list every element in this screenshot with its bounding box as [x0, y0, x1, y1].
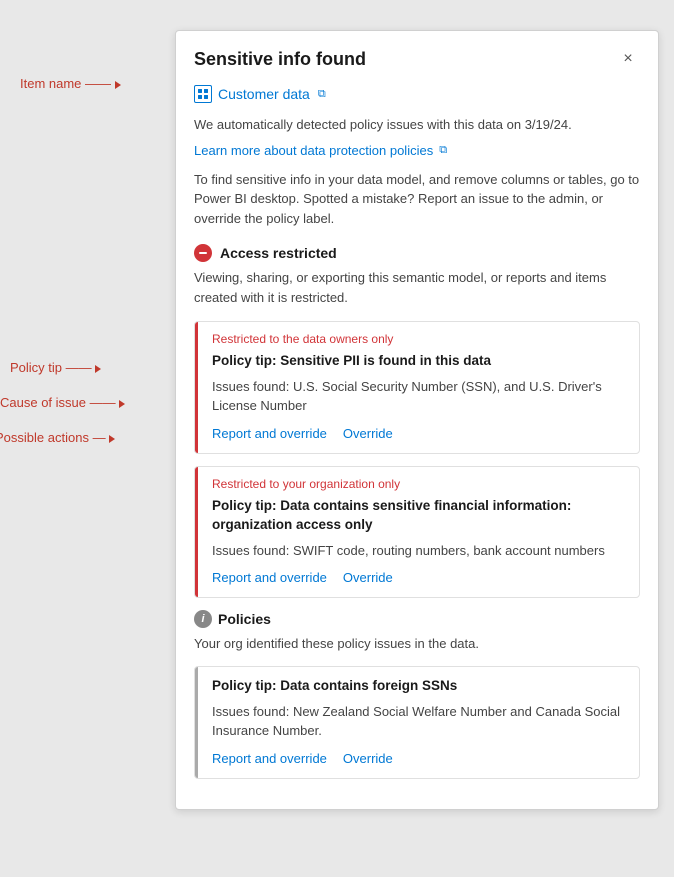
icon-dot-4: [204, 95, 208, 99]
panel-body: Customer data ⧉ We automatically detecte…: [176, 81, 658, 809]
item-icon-grid: [198, 89, 208, 99]
policies-header: i Policies: [194, 610, 640, 628]
policy-card-2-override[interactable]: Override: [343, 570, 393, 585]
sensitive-info-panel: Sensitive info found × Customer data ⧉: [175, 30, 659, 810]
policy-card-foreign-ssn-inner: Policy tip: Data contains foreign SSNs I…: [195, 667, 639, 778]
annotation-item-name: Item name ——: [20, 76, 121, 91]
detection-description: We automatically detected policy issues …: [194, 115, 640, 135]
policy-card-1-restriction: Restricted to the data owners only: [212, 332, 625, 346]
policy-card-2: Restricted to your organization only Pol…: [194, 466, 640, 598]
annotation-policy-tip: Policy tip ——: [10, 360, 101, 375]
policies-desc: Your org identified these policy issues …: [194, 634, 640, 654]
policies-section: i Policies Your org identified these pol…: [194, 610, 640, 778]
policy-card-foreign-ssn-actions: Report and override Override: [212, 751, 625, 766]
icon-dot-2: [204, 89, 208, 93]
policy-card-foreign-ssn-report-override[interactable]: Report and override: [212, 751, 327, 766]
icon-dot-1: [198, 89, 202, 93]
policy-card-1-issues: Issues found: U.S. Social Security Numbe…: [212, 377, 625, 416]
access-restricted-title: Access restricted: [220, 245, 337, 261]
panel-title: Sensitive info found: [194, 49, 366, 70]
policy-card-2-report-override[interactable]: Report and override: [212, 570, 327, 585]
policy-card-2-inner: Restricted to your organization only Pol…: [195, 467, 639, 597]
access-restricted-desc: Viewing, sharing, or exporting this sema…: [194, 268, 640, 307]
instruction-text: To find sensitive info in your data mode…: [194, 170, 640, 229]
item-name-row: Customer data ⧉: [194, 85, 640, 103]
policy-card-2-restriction: Restricted to your organization only: [212, 477, 625, 491]
annotation-cause-of-issue: Cause of issue ——: [0, 395, 125, 410]
policy-card-foreign-ssn-override[interactable]: Override: [343, 751, 393, 766]
policy-card-foreign-ssn-issues: Issues found: New Zealand Social Welfare…: [212, 702, 625, 741]
external-link-icon: ⧉: [318, 88, 326, 101]
policy-card-2-issues: Issues found: SWIFT code, routing number…: [212, 541, 625, 561]
learn-more-link[interactable]: Learn more about data protection policie…: [194, 143, 433, 158]
item-icon: [194, 85, 212, 103]
policy-card-1: Restricted to the data owners only Polic…: [194, 321, 640, 454]
policy-card-2-title: Policy tip: Data contains sensitive fina…: [212, 497, 625, 535]
restricted-icon: [194, 244, 212, 262]
close-button[interactable]: ×: [616, 47, 640, 71]
policy-card-foreign-ssn-title: Policy tip: Data contains foreign SSNs: [212, 677, 625, 696]
panel-header: Sensitive info found ×: [176, 31, 658, 81]
policies-title: Policies: [218, 611, 271, 627]
policy-card-1-report-override[interactable]: Report and override: [212, 426, 327, 441]
learn-more-row: Learn more about data protection policie…: [194, 143, 640, 158]
restricted-icon-line: [199, 252, 207, 255]
policy-card-1-inner: Restricted to the data owners only Polic…: [195, 322, 639, 453]
policy-card-2-actions: Report and override Override: [212, 570, 625, 585]
annotation-possible-actions: Possible actions —: [0, 430, 115, 445]
info-icon: i: [194, 610, 212, 628]
item-name-text[interactable]: Customer data: [218, 86, 310, 102]
access-restricted-header: Access restricted: [194, 244, 640, 262]
policy-card-1-override[interactable]: Override: [343, 426, 393, 441]
policy-card-1-title: Policy tip: Sensitive PII is found in th…: [212, 352, 625, 371]
policy-card-foreign-ssn: Policy tip: Data contains foreign SSNs I…: [194, 666, 640, 779]
policy-card-1-actions: Report and override Override: [212, 426, 625, 441]
learn-more-external-icon: ⧉: [439, 144, 447, 157]
icon-dot-3: [198, 95, 202, 99]
